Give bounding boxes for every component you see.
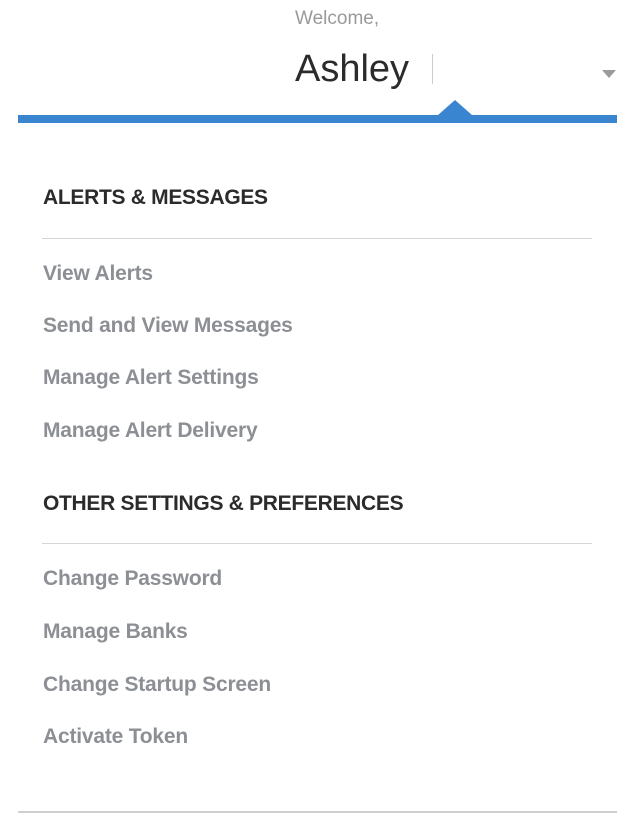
user-name: Ashley [295,48,410,90]
chevron-down-icon[interactable] [602,70,616,78]
user-menu-page: Welcome, Ashley ALERTS & MESSAGES View A… [0,0,617,816]
section-title-alerts-messages: ALERTS & MESSAGES [43,186,268,209]
menu-item-manage-alert-settings[interactable]: Manage Alert Settings [43,366,259,390]
user-menu-toggle[interactable]: Ashley [290,44,617,94]
menu-item-view-alerts[interactable]: View Alerts [43,262,153,286]
menu-item-send-view-messages[interactable]: Send and View Messages [43,314,293,338]
dropdown-top-bar [18,115,617,123]
menu-item-activate-token[interactable]: Activate Token [43,725,188,749]
menu-item-change-password[interactable]: Change Password [43,567,222,591]
section-divider [42,543,592,544]
welcome-label: Welcome, [295,8,380,29]
name-divider [432,54,433,84]
dropdown-bottom-border [18,811,617,813]
menu-item-manage-alert-delivery[interactable]: Manage Alert Delivery [43,419,258,443]
menu-item-change-startup-screen[interactable]: Change Startup Screen [43,673,271,697]
section-divider [42,238,592,239]
menu-item-manage-banks[interactable]: Manage Banks [43,620,188,644]
section-title-other-settings: OTHER SETTINGS & PREFERENCES [43,492,404,515]
dropdown-pointer-icon [438,100,472,115]
